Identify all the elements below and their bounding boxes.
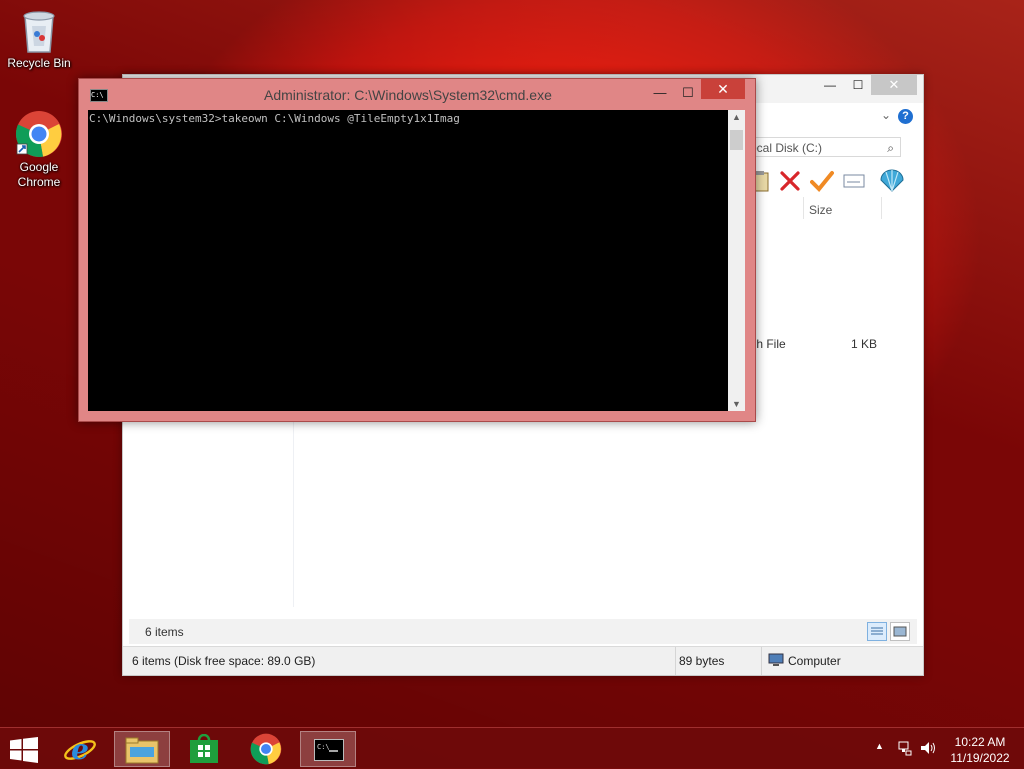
recycle-bin-icon bbox=[23, 11, 55, 53]
status-divider bbox=[675, 647, 676, 675]
taskbar-chrome[interactable] bbox=[238, 731, 294, 767]
close-icon: ✕ bbox=[888, 77, 900, 92]
ribbon-expand-button[interactable]: ⌄ bbox=[881, 108, 891, 122]
volume-icon[interactable] bbox=[920, 740, 938, 759]
chrome-icon bbox=[250, 733, 282, 765]
column-separator[interactable] bbox=[881, 197, 882, 219]
search-box[interactable]: ocal Disk (C:) ⌕ bbox=[743, 137, 901, 157]
chevron-up-icon: ▲ bbox=[875, 741, 884, 751]
show-hidden-icons-button[interactable]: ▲ bbox=[875, 741, 884, 751]
rename-button[interactable] bbox=[841, 168, 867, 194]
cmd-title: Administrator: C:\Windows\System32\cmd.e… bbox=[264, 87, 552, 103]
details-bar: 6 items bbox=[129, 619, 917, 644]
cmd-close-button[interactable]: ✕ bbox=[701, 79, 745, 99]
svg-text:C:\: C:\ bbox=[317, 743, 330, 751]
clock-date: 11/19/2022 bbox=[950, 751, 1010, 765]
file-size-cell[interactable]: 1 KB bbox=[851, 337, 877, 351]
minimize-icon: — bbox=[824, 78, 836, 92]
computer-icon bbox=[768, 653, 784, 670]
minimize-icon: — bbox=[653, 85, 667, 100]
taskbar-command-prompt[interactable]: C:\ bbox=[300, 731, 356, 767]
close-button[interactable]: ✕ bbox=[871, 75, 917, 95]
command-prompt-icon: C:\ bbox=[314, 739, 344, 761]
network-icon[interactable] bbox=[897, 740, 913, 759]
taskbar-internet-explorer[interactable]: e bbox=[52, 731, 108, 767]
start-button[interactable] bbox=[0, 731, 48, 767]
console-output[interactable]: C:\Windows\system32>takeown C:\Windows @… bbox=[88, 110, 728, 411]
help-icon: ? bbox=[902, 110, 909, 122]
store-icon bbox=[190, 734, 218, 763]
minimize-button[interactable]: — bbox=[817, 75, 843, 95]
taskbar: e C:\ ▲ 10:22 AM 11/19/2022 bbox=[0, 727, 1024, 769]
taskbar-store[interactable] bbox=[176, 731, 232, 767]
status-free-space: 6 items (Disk free space: 89.0 GB) bbox=[132, 654, 316, 668]
column-separator[interactable] bbox=[803, 197, 804, 219]
desktop-icon-label: Recycle Bin bbox=[7, 56, 71, 70]
folder-icon bbox=[125, 737, 159, 764]
maximize-button[interactable]: ☐ bbox=[845, 75, 871, 95]
console-line: C:\Windows\system32>takeown C:\Windows @… bbox=[89, 112, 460, 125]
delete-button[interactable] bbox=[777, 168, 803, 194]
shell-icon bbox=[880, 169, 904, 192]
desktop-icon-chrome[interactable]: Google Chrome bbox=[4, 110, 74, 190]
delete-x-icon bbox=[780, 171, 800, 191]
svg-text:e: e bbox=[71, 733, 89, 765]
status-divider bbox=[761, 647, 762, 675]
maximize-icon: ☐ bbox=[852, 78, 864, 92]
console-scrollbar[interactable]: ▲ ▼ bbox=[728, 110, 745, 411]
chrome-icon bbox=[15, 111, 62, 157]
status-bar: 6 items (Disk free space: 89.0 GB) 89 by… bbox=[123, 646, 923, 675]
large-icons-view-icon bbox=[893, 626, 907, 637]
cmd-icon[interactable]: C:\ bbox=[90, 89, 108, 102]
large-icons-view-button[interactable] bbox=[890, 622, 910, 641]
search-placeholder: ocal Disk (C:) bbox=[750, 141, 823, 155]
close-icon: ✕ bbox=[717, 81, 729, 97]
details-view-button[interactable] bbox=[867, 622, 887, 641]
help-button[interactable]: ? bbox=[898, 109, 913, 124]
search-icon[interactable]: ⌕ bbox=[887, 138, 894, 158]
windows-logo-icon bbox=[10, 737, 38, 763]
maximize-icon: ☐ bbox=[682, 85, 694, 100]
scroll-up-arrow-icon[interactable]: ▲ bbox=[728, 112, 745, 122]
taskbar-clock[interactable]: 10:22 AM 11/19/2022 bbox=[940, 734, 1020, 766]
taskbar-file-explorer[interactable] bbox=[114, 731, 170, 767]
column-header-size[interactable]: Size bbox=[809, 199, 832, 221]
status-location: Computer bbox=[788, 654, 841, 668]
checkmark-icon bbox=[810, 171, 834, 192]
cmd-maximize-button[interactable]: ☐ bbox=[676, 83, 700, 103]
new-folder-button[interactable] bbox=[879, 168, 905, 194]
scroll-down-arrow-icon[interactable]: ▼ bbox=[728, 399, 745, 409]
desktop-icon-recycle-bin[interactable]: Recycle Bin bbox=[4, 8, 74, 71]
scrollbar-thumb[interactable] bbox=[730, 130, 743, 150]
internet-explorer-icon: e bbox=[64, 733, 96, 765]
status-size: 89 bytes bbox=[679, 654, 725, 668]
cmd-minimize-button[interactable]: — bbox=[648, 83, 672, 103]
desktop-icon-label: Google Chrome bbox=[17, 160, 61, 189]
cmd-window[interactable]: C:\ Administrator: C:\Windows\System32\c… bbox=[78, 78, 756, 422]
item-count: 6 items bbox=[145, 625, 184, 639]
properties-check-button[interactable] bbox=[809, 168, 835, 194]
rename-icon bbox=[843, 174, 865, 188]
details-view-icon bbox=[871, 627, 883, 635]
chevron-down-icon: ⌄ bbox=[880, 108, 891, 122]
clock-time: 10:22 AM bbox=[954, 735, 1006, 749]
